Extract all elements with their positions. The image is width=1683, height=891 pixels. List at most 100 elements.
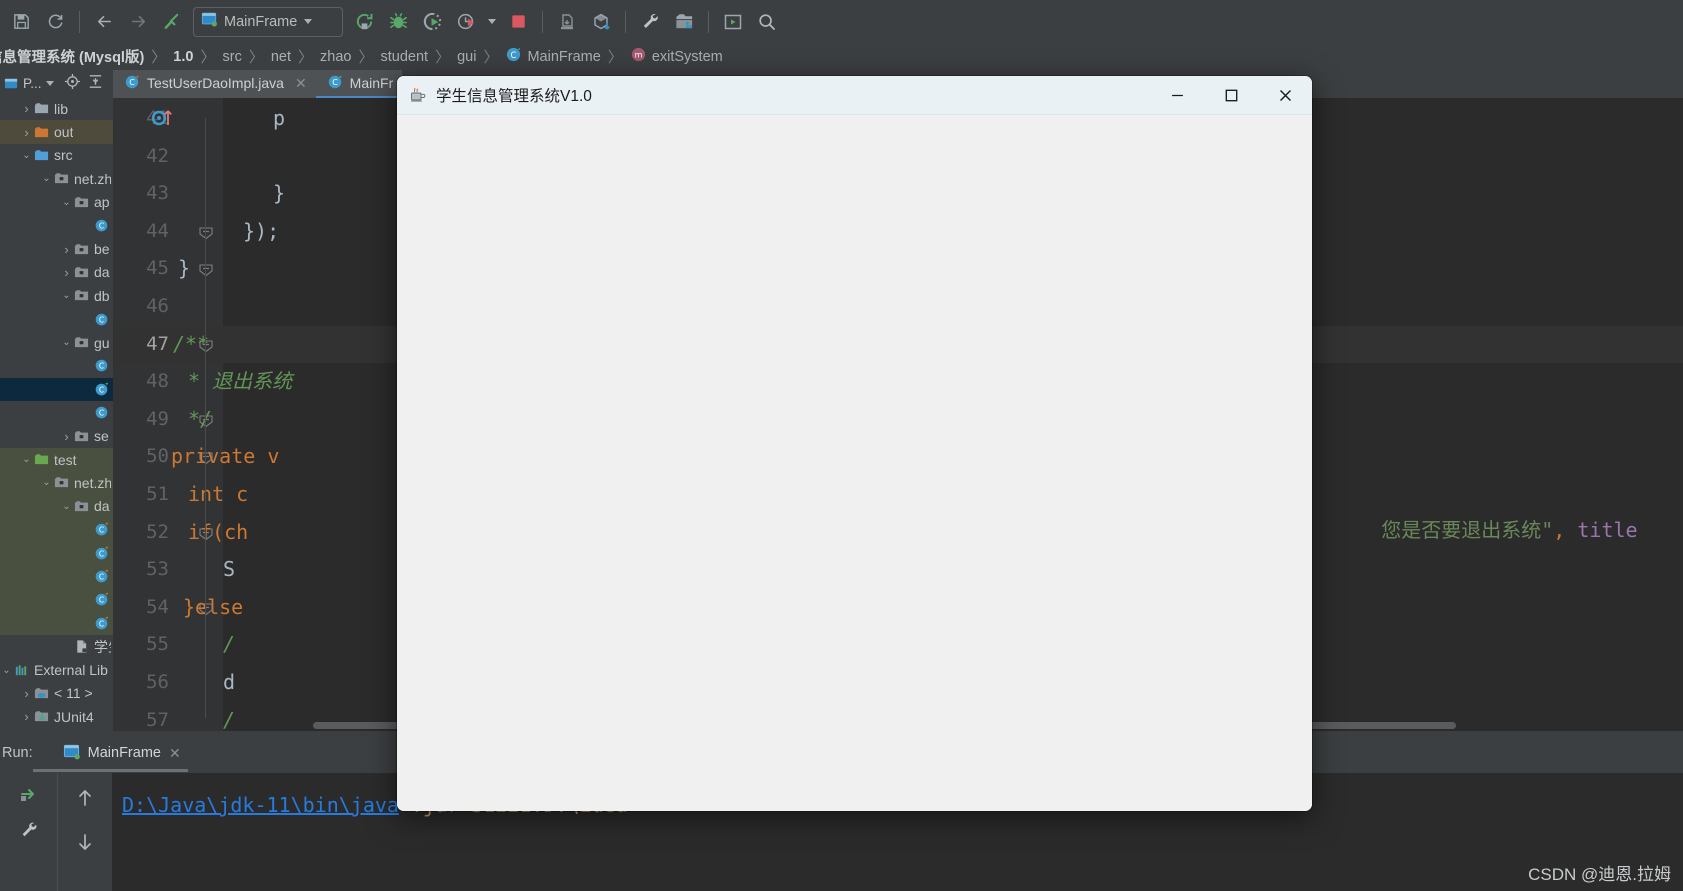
project-tree[interactable]: › lib › out ⌄ src ⌄ net.zh ⌄ ap C › be › da ⌄ db C ⌄ gu C C C ›… [0, 97, 113, 731]
maximize-button[interactable] [1204, 76, 1258, 115]
tree-row-item-9[interactable]: C [0, 308, 113, 331]
project-structure-button[interactable] [667, 5, 701, 39]
sync-refresh-icon[interactable] [38, 5, 72, 39]
run-tab-mainframe[interactable]: MainFrame ✕ [57, 740, 187, 767]
chevron-down-icon[interactable]: ⌄ [60, 290, 73, 301]
stop-button[interactable] [501, 5, 535, 39]
tree-row-be[interactable]: › be [0, 237, 113, 260]
navigate-forward-icon[interactable] [121, 5, 155, 39]
chevron-down-icon[interactable]: ⌄ [40, 173, 53, 184]
profiler-button[interactable] [449, 5, 483, 39]
tree-row-ap[interactable]: ⌄ ap [0, 191, 113, 214]
swing-application-window[interactable]: 学生信息管理系统V1.0 [397, 76, 1312, 811]
close-button[interactable] [1258, 76, 1312, 115]
tree-row-da[interactable]: › da [0, 261, 113, 284]
tree-row-Te[interactable]: CTe [0, 611, 113, 635]
tree-row-out[interactable]: › out [0, 120, 113, 144]
settings-wrench-icon[interactable] [14, 815, 44, 845]
debug-button[interactable] [381, 5, 415, 39]
tree-row-label: gu [94, 334, 110, 351]
build-hammer-icon[interactable] [155, 5, 189, 39]
chevron-down-icon[interactable]: ⌄ [60, 501, 73, 512]
profiler-dropdown-icon[interactable] [483, 5, 501, 39]
breadcrumb-item-zhao[interactable]: zhao [320, 49, 351, 65]
breadcrumb-item-gui[interactable]: gui [457, 49, 476, 65]
save-all-icon[interactable] [4, 5, 38, 39]
tree-row-test[interactable]: ⌄ test [0, 447, 113, 472]
search-everywhere-button[interactable] [750, 5, 784, 39]
tree-row-gu[interactable]: ⌄ gu [0, 331, 113, 354]
breadcrumb-item-src[interactable]: src [222, 49, 241, 65]
breadcrumb-separator: 〉 [358, 49, 374, 66]
breadcrumb-item-exitSystem[interactable]: m exitSystem [630, 46, 723, 68]
tree-row-item-19[interactable]: C [0, 541, 113, 565]
console-java-path[interactable]: D:\Java\jdk-11\bin\java [122, 793, 399, 817]
tree-row-item-12[interactable]: C [0, 377, 113, 402]
tree-row-lib[interactable]: › lib [0, 97, 113, 120]
tree-row--11-[interactable]: › < 11 > [0, 682, 113, 705]
editor-tab-testuserdaoimpl-java[interactable]: C TestUserDaoImpl.java ✕ [113, 70, 316, 98]
run-configuration-selector[interactable]: MainFrame [193, 6, 343, 37]
tree-row-学生信息[interactable]: 学生信息 [0, 635, 113, 658]
chevron-down-icon[interactable]: ⌄ [20, 454, 33, 465]
tree-row-label: net.zh [74, 170, 111, 187]
close-icon[interactable]: ✕ [169, 745, 181, 762]
tree-row-item-21[interactable]: C [0, 588, 113, 612]
breadcrumb-item-net[interactable]: net [271, 49, 291, 65]
chevron-down-icon[interactable]: ⌄ [40, 477, 53, 488]
tree-row-src[interactable]: ⌄ src [0, 144, 113, 167]
tree-row-db[interactable]: ⌄ db [0, 284, 113, 307]
tree-row-External-Lib[interactable]: ⌄ External Lib [0, 658, 113, 681]
project-tab[interactable]: P... [4, 76, 54, 91]
code-text-line-44: }); [243, 218, 280, 243]
breadcrumb-item-信息管理系统-(Mysql版)[interactable]: 信息管理系统 (Mysql版) [0, 46, 144, 67]
chevron-down-icon[interactable]: ⌄ [60, 197, 73, 208]
settings-button[interactable] [633, 5, 667, 39]
collapse-all-icon[interactable] [87, 73, 104, 95]
run-button[interactable] [347, 5, 381, 39]
tree-row-JUnit4[interactable]: › JUnit4 [0, 705, 113, 728]
chevron-right-icon[interactable]: › [60, 242, 73, 257]
tree-row-net-zh[interactable]: ⌄ net.zh [0, 167, 113, 190]
run-with-coverage-button[interactable] [415, 5, 449, 39]
tree-row-item-13[interactable]: C [0, 401, 113, 424]
tree-row-item-11[interactable]: C [0, 354, 113, 377]
breadcrumb-label: gui [457, 48, 477, 65]
update-project-button[interactable] [550, 5, 584, 39]
breadcrumb-item-1.0[interactable]: 1.0 [173, 49, 193, 65]
rerun-icon[interactable] [14, 779, 44, 809]
tree-row-net-zh[interactable]: ⌄ net.zh [0, 471, 113, 495]
chevron-down-icon[interactable]: ⌄ [0, 665, 13, 676]
chevron-down-icon[interactable]: ⌄ [60, 337, 73, 348]
fold-toggle-icon[interactable] [197, 260, 215, 278]
tree-row-da[interactable]: ⌄ da [0, 494, 113, 519]
tree-row-item-5[interactable]: C [0, 214, 113, 237]
tree-row-se[interactable]: › se [0, 424, 113, 447]
swing-content-pane[interactable] [397, 115, 1312, 811]
editor-tab-mainfr[interactable]: C MainFr [315, 70, 403, 98]
line-number: 56 [146, 671, 169, 693]
breadcrumb-item-student[interactable]: student [381, 49, 429, 65]
fold-toggle-icon[interactable] [197, 223, 215, 241]
breadcrumb-item-MainFrame[interactable]: C MainFrame [505, 46, 601, 68]
implementing-method-marker-icon[interactable] [151, 107, 175, 135]
tree-row-item-18[interactable]: C [0, 518, 113, 542]
chevron-right-icon[interactable]: › [60, 429, 73, 444]
navigate-back-icon[interactable] [87, 5, 121, 39]
run-anything-button[interactable] [716, 5, 750, 39]
commit-button[interactable] [584, 5, 618, 39]
tree-row-item-20[interactable]: C [0, 564, 113, 589]
close-icon[interactable]: ✕ [295, 75, 307, 92]
chevron-right-icon[interactable]: › [20, 125, 33, 140]
chevron-right-icon[interactable]: › [20, 101, 33, 116]
chevron-right-icon[interactable]: › [20, 709, 33, 724]
locate-icon[interactable] [64, 73, 81, 95]
chevron-down-icon[interactable]: ⌄ [20, 150, 33, 161]
chevron-right-icon[interactable]: › [60, 265, 73, 280]
swing-title-bar[interactable]: 学生信息管理系统V1.0 [397, 76, 1312, 115]
down-arrow-icon[interactable] [70, 827, 100, 857]
up-arrow-icon[interactable] [70, 783, 100, 813]
minimize-button[interactable] [1150, 76, 1204, 115]
chevron-right-icon[interactable]: › [20, 686, 33, 701]
run-tab-underline [33, 769, 188, 772]
